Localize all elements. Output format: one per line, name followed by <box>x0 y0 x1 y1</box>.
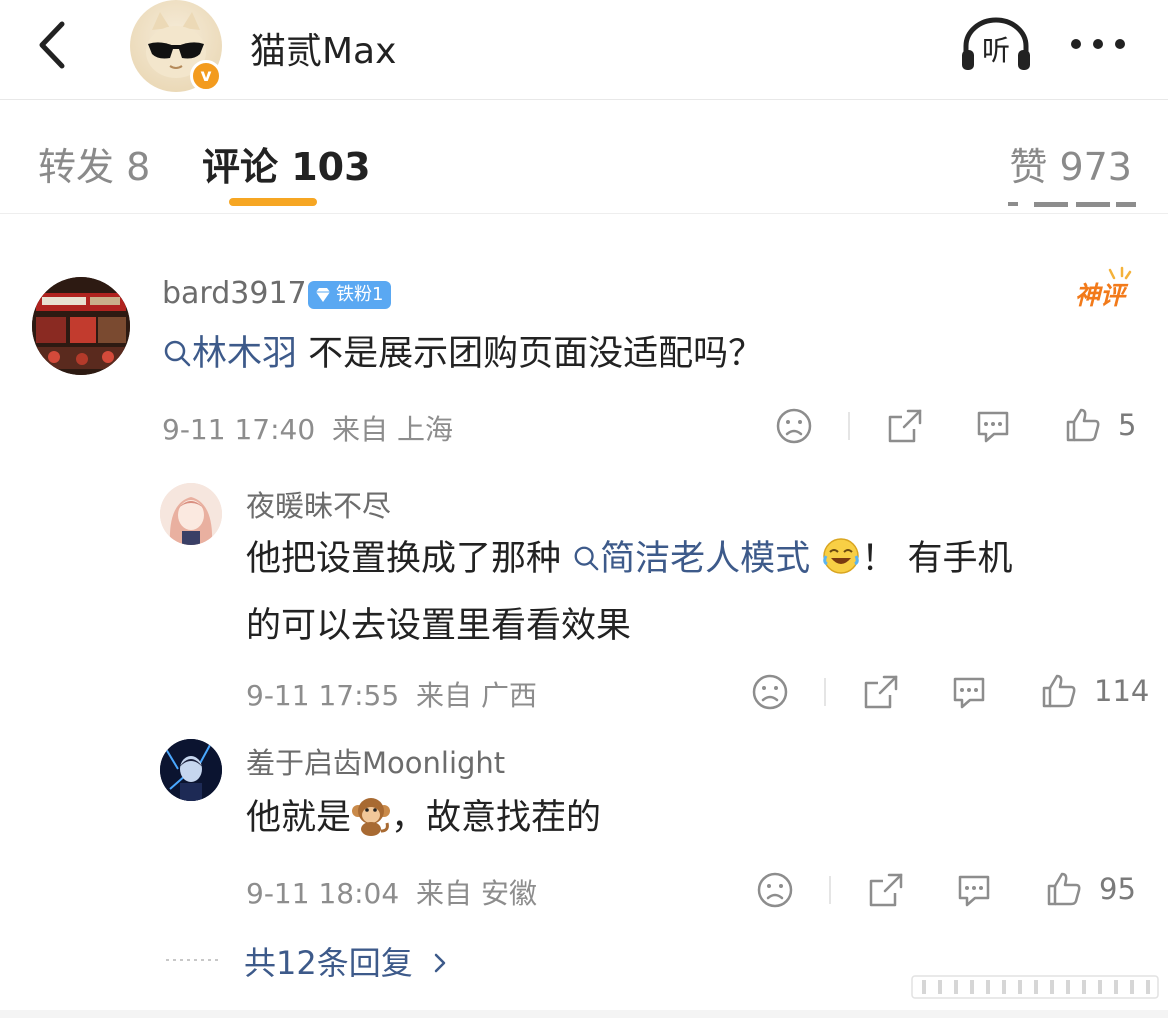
tab-reposts[interactable]: 转发 8 <box>38 136 150 191</box>
reply-meta: 9-11 18:04 来自 安徽 <box>246 872 537 912</box>
reply-time: 9-11 17:55 <box>246 679 400 712</box>
tab-likes[interactable]: 赞 973 <box>1009 136 1132 191</box>
reply-avatar[interactable] <box>160 483 222 545</box>
fan-badge: 铁粉1 <box>308 281 392 309</box>
action-divider <box>848 412 850 440</box>
comment-location: 来自 上海 <box>332 413 453 446</box>
comment-time: 9-11 17:40 <box>162 413 316 446</box>
verified-badge: v <box>190 60 222 92</box>
share-icon[interactable] <box>862 673 900 711</box>
reply-icon[interactable] <box>950 673 988 711</box>
reply-body: 他就是 ，故意找茬的 <box>246 783 601 853</box>
dislike-icon[interactable] <box>751 673 789 711</box>
action-divider <box>824 678 826 706</box>
reply-text-after: ！ 有手机 <box>861 539 1013 579</box>
bottom-divider <box>0 1010 1168 1018</box>
hot-comment-badge: 神评 <box>1062 266 1138 316</box>
thumbs-up-icon[interactable] <box>1045 870 1083 908</box>
reply-name[interactable]: 羞于启齿Moonlight <box>246 740 505 782</box>
thumbs-up-icon[interactable] <box>1040 672 1078 710</box>
topic-text[interactable]: 简洁老人模式 <box>600 539 810 579</box>
top-bar: v 猫贰Max 听 <box>0 0 1168 100</box>
hot-badge-label: 神评 <box>1075 281 1129 310</box>
commenter-avatar[interactable] <box>32 277 130 375</box>
active-tab-indicator <box>229 198 317 206</box>
anime-girl-avatar-icon <box>160 483 222 545</box>
more-replies-link[interactable]: 共12条回复 <box>244 938 449 984</box>
comment-body: 林木羽 不是展示团购页面没适配吗？ <box>162 319 763 389</box>
dotted-line <box>166 959 218 961</box>
clipped-sort-label <box>1008 202 1136 207</box>
dislike-icon[interactable] <box>775 407 813 445</box>
like-count: 114 <box>1094 674 1150 708</box>
tab-comments[interactable]: 评论 103 <box>202 136 371 191</box>
listen-button[interactable]: 听 <box>958 16 1034 72</box>
chevron-right-icon <box>434 953 446 973</box>
reply-meta: 9-11 17:55 来自 广西 <box>246 674 537 714</box>
laughing-emoji-icon <box>823 538 860 574</box>
shop-photo-icon <box>32 277 130 375</box>
reply-location: 来自 广西 <box>416 679 537 712</box>
mention-link[interactable]: 林木羽 <box>162 334 297 374</box>
reply-text-after: ，故意找茬的 <box>391 798 602 838</box>
share-icon[interactable] <box>886 407 924 445</box>
dislike-icon[interactable] <box>756 871 794 909</box>
reply-body-line2: 的可以去设置里看看效果 <box>246 606 632 646</box>
share-icon[interactable] <box>867 871 905 909</box>
more-icon[interactable] <box>1068 34 1128 54</box>
like-count: 95 <box>1099 872 1136 906</box>
comment-text: 不是展示团购页面没适配吗？ <box>297 334 764 374</box>
diamond-icon <box>316 288 330 302</box>
listen-label: 听 <box>982 34 1010 67</box>
reply-icon[interactable] <box>955 871 993 909</box>
page-title: 猫贰Max <box>250 31 397 72</box>
thumbs-up-icon[interactable] <box>1064 406 1102 444</box>
search-icon <box>164 340 191 367</box>
fan-badge-label: 铁粉1 <box>336 284 384 305</box>
hot-comment-icon: 神评 <box>1075 266 1132 310</box>
reply-body-line1: 他把设置换成了那种 简洁老人模式 ！ 有手机 <box>246 524 1012 594</box>
comment-meta: 9-11 17:40 来自 上海 <box>162 408 453 448</box>
more-replies-label[interactable]: 共12条回复 <box>244 944 413 982</box>
reply-time: 9-11 18:04 <box>246 877 400 910</box>
reply-location: 来自 安徽 <box>416 877 537 910</box>
watermark-bars <box>911 975 1159 999</box>
topic-link[interactable]: 简洁老人模式 <box>561 539 810 579</box>
search-icon <box>574 546 599 571</box>
reply-text: 他把设置换成了那种 <box>246 539 562 579</box>
reply-icon[interactable] <box>974 407 1012 445</box>
moonlight-avatar-icon <box>160 739 222 801</box>
monkey-emoji-icon <box>352 798 391 836</box>
commenter-name[interactable]: bard3917 <box>162 276 307 311</box>
reply-avatar[interactable] <box>160 739 222 801</box>
action-divider <box>829 876 831 904</box>
tabs-bar: 转发 8 评论 103 赞 973 <box>0 100 1168 214</box>
reply-name[interactable]: 夜暖昧不尽 <box>246 483 391 525</box>
reply-text: 他就是 <box>246 798 352 838</box>
back-arrow-icon[interactable] <box>30 20 76 70</box>
like-count: 5 <box>1118 408 1137 442</box>
mention-text[interactable]: 林木羽 <box>192 334 297 374</box>
headphones-icon: 听 <box>962 17 1030 70</box>
